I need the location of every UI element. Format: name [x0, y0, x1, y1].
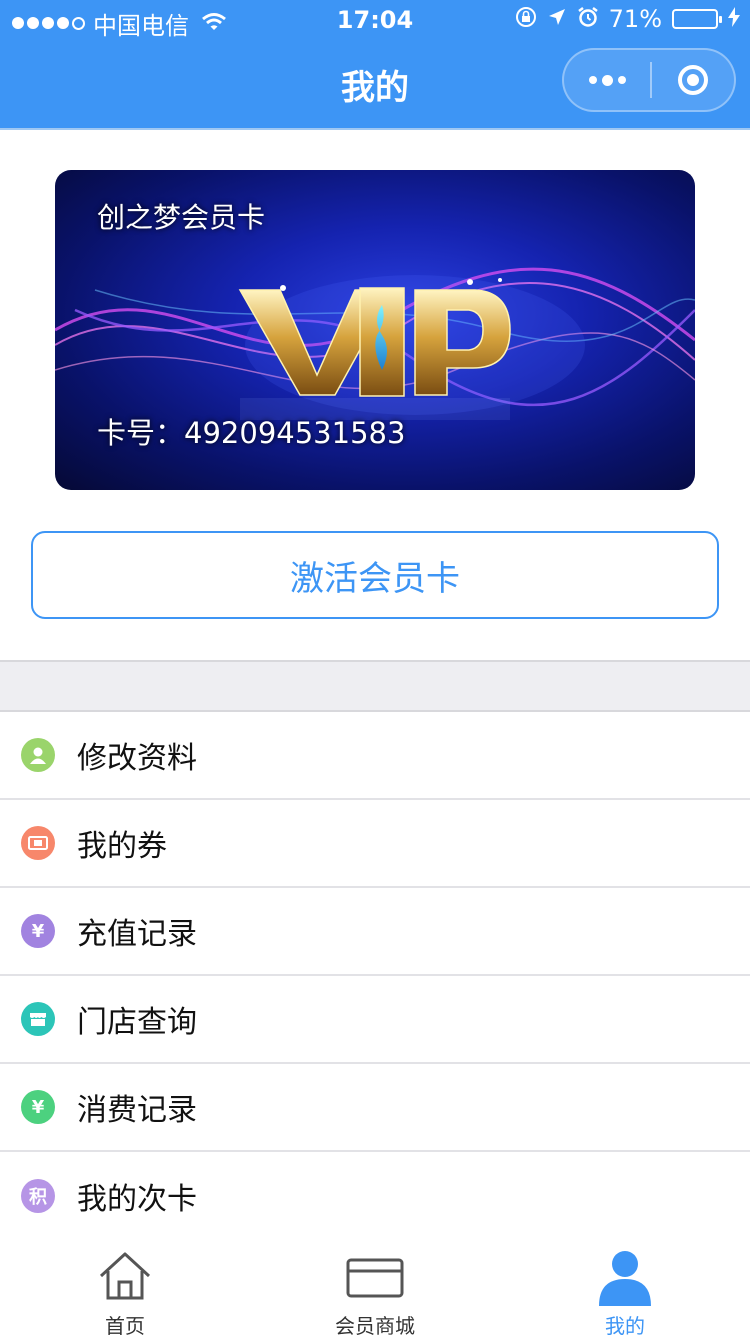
tab-mine[interactable]: 我的	[500, 1240, 750, 1338]
battery-percent: 71%	[608, 5, 662, 33]
more-dot-icon	[588, 76, 597, 84]
more-button[interactable]	[564, 50, 650, 110]
top-bar: 中国电信 17:04 71% 我的	[0, 0, 750, 130]
tab-label: 我的	[605, 1314, 645, 1338]
status-bar: 中国电信 17:04 71%	[0, 0, 750, 40]
mini-program-capsule	[562, 48, 736, 112]
menu-item-label: 我的次卡	[77, 1182, 197, 1217]
menu-list: 修改资料 我的券 ¥ 充值记录 门店查询 ¥ 消费记录 积 我的次卡	[0, 712, 750, 1240]
battery-icon	[672, 9, 722, 29]
menu-item-consumption-records[interactable]: ¥ 消费记录	[0, 1064, 750, 1152]
menu-item-label: 修改资料	[77, 741, 197, 776]
user-icon	[21, 738, 55, 772]
more-dot-icon	[601, 74, 613, 86]
charging-icon	[728, 7, 740, 31]
menu-item-punch-card[interactable]: 积 我的次卡	[0, 1152, 750, 1240]
menu-item-recharge-records[interactable]: ¥ 充值记录	[0, 888, 750, 976]
menu-item-label: 充值记录	[77, 917, 197, 952]
tab-bar: 首页 会员商城 我的	[0, 1240, 750, 1338]
more-dot-icon	[617, 76, 626, 84]
alarm-icon	[577, 6, 599, 32]
section-divider	[0, 660, 750, 712]
tab-home[interactable]: 首页	[0, 1240, 250, 1338]
member-card[interactable]: 创之梦会员卡 卡号：492094531583	[55, 170, 695, 490]
tab-member-mall[interactable]: 会员商城	[250, 1240, 500, 1338]
location-icon	[547, 7, 567, 31]
menu-item-edit-profile[interactable]: 修改资料	[0, 712, 750, 800]
coupon-icon	[21, 826, 55, 860]
card-title: 创之梦会员卡	[97, 201, 266, 234]
activate-card-button[interactable]: 激活会员卡	[31, 531, 719, 619]
menu-item-label: 我的券	[77, 829, 167, 864]
home-icon	[99, 1252, 151, 1300]
recharge-icon: ¥	[21, 914, 55, 948]
close-ring-icon	[678, 65, 708, 95]
profile-icon	[599, 1251, 651, 1306]
card-icon	[346, 1258, 404, 1298]
consume-icon: ¥	[21, 1090, 55, 1124]
points-card-icon: 积	[21, 1179, 55, 1213]
close-button[interactable]	[652, 65, 734, 95]
menu-item-store-lookup[interactable]: 门店查询	[0, 976, 750, 1064]
tab-label: 会员商城	[335, 1314, 415, 1338]
status-right: 71%	[515, 5, 740, 33]
card-number-label: 卡号：	[97, 416, 185, 450]
store-icon	[21, 1002, 55, 1036]
card-number: 卡号：492094531583	[97, 410, 405, 452]
menu-item-coupons[interactable]: 我的券	[0, 800, 750, 888]
rotation-lock-icon	[515, 6, 537, 32]
menu-item-label: 门店查询	[77, 1005, 197, 1040]
tab-label: 首页	[105, 1314, 145, 1338]
card-number-value: 492094531583	[184, 416, 406, 450]
menu-item-label: 消费记录	[77, 1093, 197, 1128]
